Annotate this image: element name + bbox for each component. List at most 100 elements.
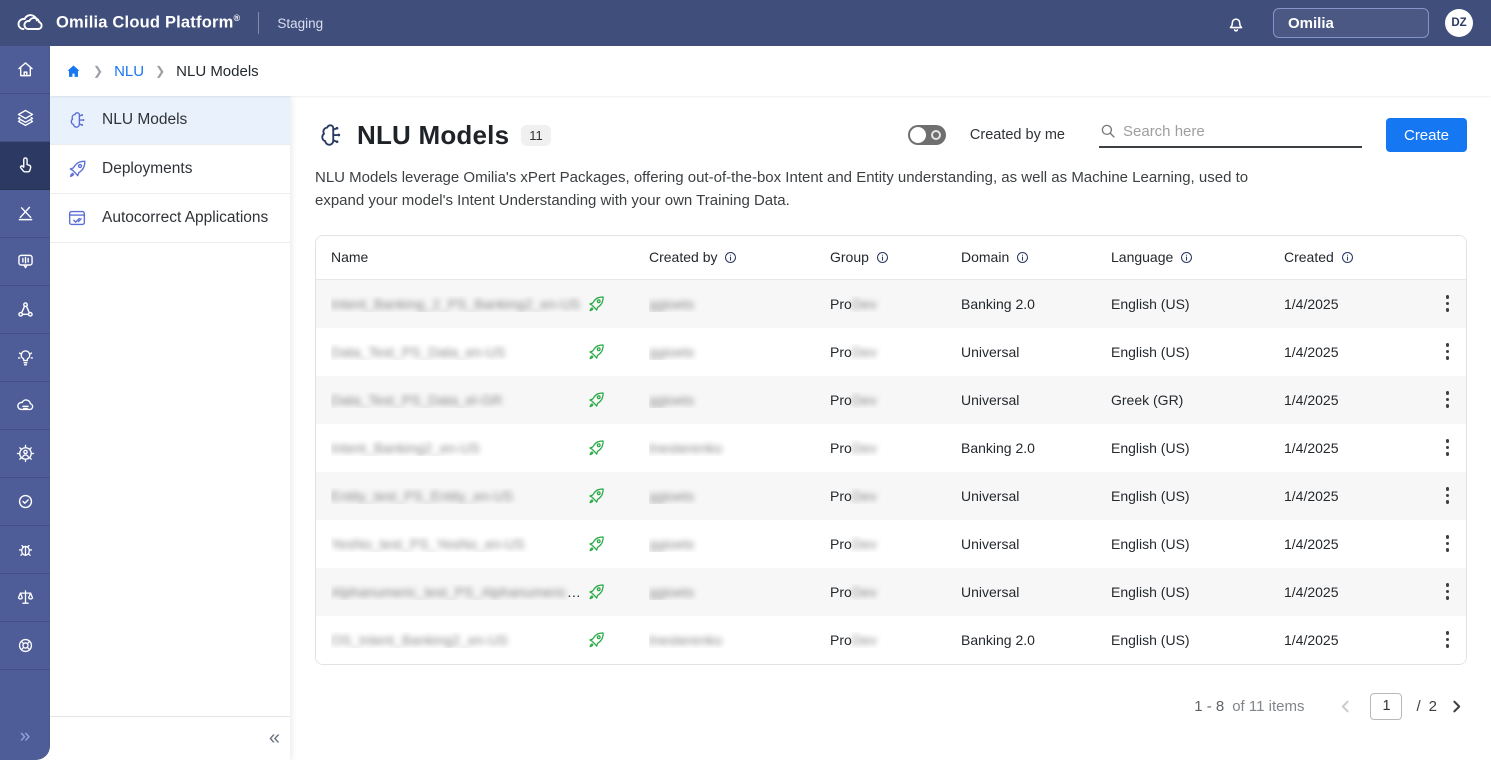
created-by-me-toggle[interactable] (907, 125, 946, 145)
created-by-me-label: Created by me (969, 127, 1065, 143)
rail-layers-icon[interactable] (0, 94, 50, 142)
table-header-row: Name Created by Group Domain Language Cr… (316, 235, 1466, 280)
info-icon[interactable] (1340, 250, 1355, 265)
info-icon[interactable] (723, 250, 738, 265)
model-name: Alphanumeric_test_PS_Alphanumeric_... (331, 583, 586, 600)
language-value: English (US) (1111, 295, 1190, 312)
rail-expand-chevrons-icon[interactable]: » (0, 713, 50, 760)
divider (258, 12, 260, 34)
row-actions-kebab-icon[interactable] (1445, 583, 1449, 600)
created-by-value: ggioets (649, 535, 695, 552)
rail-home-icon[interactable] (0, 46, 50, 94)
omilia-cloud-logo-icon (17, 14, 43, 30)
rail-ideas-bulb-icon[interactable] (0, 334, 50, 382)
language-value: English (US) (1111, 343, 1190, 360)
domain-value: Universal (961, 535, 1020, 552)
brain-icon (70, 112, 85, 128)
rail-compliance-scales-icon[interactable] (0, 574, 50, 622)
deployed-rocket-icon (586, 486, 649, 506)
pagination: 1 - 8 of 11 items 1 / 2 (315, 692, 1467, 720)
row-actions-kebab-icon[interactable] (1445, 343, 1449, 360)
sidebar-item-nlu-models[interactable]: NLU Models (50, 96, 290, 145)
sidebar-item-deployments[interactable]: Deployments (50, 145, 290, 194)
toggle-knob (909, 127, 926, 143)
breadcrumb-separator-icon: ❯ (155, 64, 166, 78)
rail-network-nodes-icon[interactable] (0, 286, 50, 334)
created-date-value: 1/4/2025 (1284, 535, 1339, 552)
row-actions-kebab-icon[interactable] (1445, 439, 1449, 456)
sidebar-item-autocorrect-applications[interactable]: Autocorrect Applications (50, 194, 290, 243)
section-sidebar: NLU Models Deployments Autocorrect Appli… (50, 96, 290, 760)
table-row[interactable]: OS_Intent_Banking2_en-US tnesterenko Pro… (316, 615, 1466, 664)
language-value: English (US) (1111, 439, 1190, 456)
created-by-value: ggioets (649, 391, 695, 408)
brand-title: Omilia Cloud Platform® (56, 13, 241, 32)
column-header-created-by[interactable]: Created by (649, 249, 830, 265)
domain-value: Universal (961, 487, 1020, 504)
user-avatar[interactable]: DZ (1445, 9, 1473, 37)
deployed-rocket-icon (586, 582, 649, 602)
model-name: OS_Intent_Banking2_en-US (331, 631, 508, 648)
page-description: NLU Models leverage Omilia's xPert Packa… (315, 169, 1249, 210)
rail-user-settings-icon[interactable] (0, 430, 50, 478)
created-date-value: 1/4/2025 (1284, 583, 1339, 600)
group-value: ProDev (830, 343, 877, 360)
breadcrumb-separator-icon: ❯ (93, 64, 104, 78)
pagination-total-pages: 2 (1428, 697, 1437, 715)
table-row[interactable]: Intent_Banking2_en-US tnesterenko ProDev… (316, 423, 1466, 472)
column-header-name[interactable]: Name (331, 249, 586, 265)
sidebar-collapse-chevrons-icon[interactable]: « (50, 716, 290, 760)
table-row[interactable]: Data_Test_PS_Data_en-US ggioets ProDev U… (316, 327, 1466, 376)
notifications-bell-icon[interactable] (1225, 12, 1247, 34)
pagination-prev-icon[interactable] (1334, 695, 1356, 717)
create-button[interactable]: Create (1386, 118, 1467, 152)
rail-design-tools-icon[interactable] (0, 190, 50, 238)
column-header-domain[interactable]: Domain (961, 249, 1111, 265)
rail-quality-badge-icon[interactable] (0, 478, 50, 526)
breadcrumb-link-nlu[interactable]: NLU (114, 63, 144, 80)
language-value: English (US) (1111, 631, 1190, 648)
search-input[interactable] (1123, 122, 1362, 140)
table-row[interactable]: Alphanumeric_test_PS_Alphanumeric_... gg… (316, 567, 1466, 616)
page-title: NLU Models (357, 119, 510, 150)
table-row[interactable]: Data_Test_PS_Data_el-GR ggioets ProDev U… (316, 375, 1466, 424)
table-row[interactable]: Intent_Banking_2_PS_Banking2_en-US ggioe… (316, 279, 1466, 328)
language-value: English (US) (1111, 583, 1190, 600)
pagination-next-icon[interactable] (1445, 695, 1467, 717)
rail-bug-testing-icon[interactable] (0, 526, 50, 574)
created-by-value: ggioets (649, 343, 695, 360)
row-actions-kebab-icon[interactable] (1445, 487, 1449, 504)
table-row[interactable]: YesNo_test_PS_YesNo_en-US ggioets ProDev… (316, 519, 1466, 568)
domain-value: Universal (961, 583, 1020, 600)
rail-support-lifebuoy-icon[interactable] (0, 622, 50, 670)
rail-voice-assistant-icon[interactable] (0, 238, 50, 286)
column-header-language[interactable]: Language (1111, 249, 1284, 265)
icon-rail: » (0, 46, 50, 760)
deployed-rocket-icon (586, 390, 649, 410)
pagination-range: 1 - 8 (1194, 697, 1225, 715)
column-header-group[interactable]: Group (830, 249, 961, 265)
created-date-value: 1/4/2025 (1284, 391, 1339, 408)
row-actions-kebab-icon[interactable] (1445, 391, 1449, 408)
rail-nlu-touch-icon[interactable] (0, 142, 50, 190)
breadcrumb-home-icon[interactable] (65, 63, 82, 80)
row-actions-kebab-icon[interactable] (1445, 295, 1449, 312)
row-actions-kebab-icon[interactable] (1445, 535, 1449, 552)
group-value: ProDev (830, 391, 877, 408)
info-icon[interactable] (875, 250, 890, 265)
language-value: English (US) (1111, 535, 1190, 552)
info-icon[interactable] (1015, 250, 1030, 265)
created-date-value: 1/4/2025 (1284, 631, 1339, 648)
group-value: ProDev (830, 487, 877, 504)
created-by-value: tnesterenko (649, 631, 723, 648)
info-icon[interactable] (1179, 250, 1194, 265)
column-header-created[interactable]: Created (1284, 249, 1422, 265)
group-value: ProDev (830, 583, 877, 600)
table-row[interactable]: Entity_test_PS_Entity_en-US ggioets ProD… (316, 471, 1466, 520)
organization-selector[interactable]: Omilia (1273, 8, 1429, 38)
pagination-current-page[interactable]: 1 (1370, 692, 1403, 720)
pagination-of-items: of 11 items (1232, 697, 1305, 715)
row-actions-kebab-icon[interactable] (1445, 631, 1449, 648)
model-name: Data_Test_PS_Data_el-GR (331, 391, 503, 408)
rail-cloud-services-icon[interactable] (0, 382, 50, 430)
